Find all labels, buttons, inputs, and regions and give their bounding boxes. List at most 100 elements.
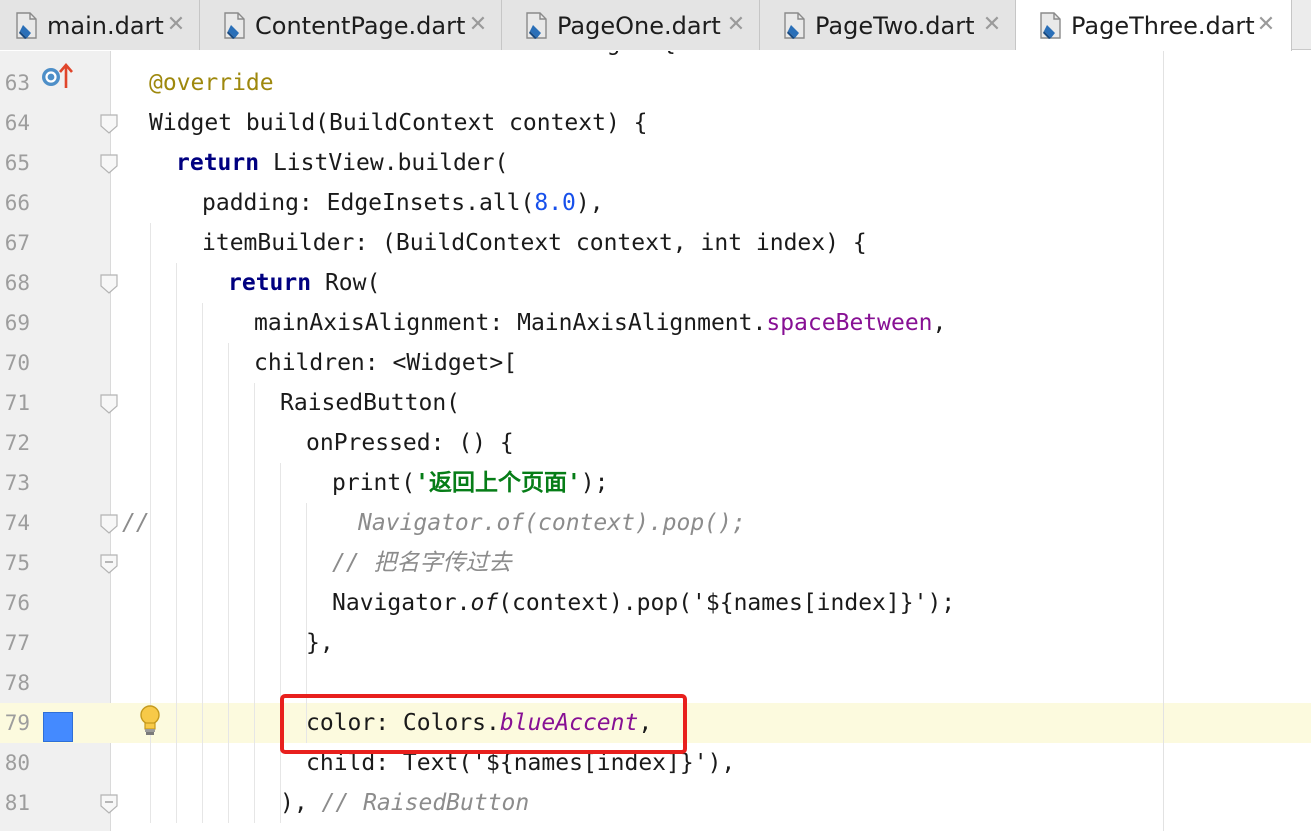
line-number: 67 [4,231,30,255]
code-text: children: <Widget>[ [254,343,517,383]
tab-label: PageOne.dart [557,12,721,40]
code-text: itemBuilder: (BuildContext context, int … [202,223,867,263]
code-text: return ListView.builder( [176,143,508,183]
override-method-icon[interactable] [40,62,74,90]
line-number: 69 [4,311,30,335]
code-line[interactable]: 73 print('返回上个页面'); [0,463,1311,503]
tab-label: PageThree.dart [1071,12,1255,40]
indent-guide [228,343,229,823]
line-number: 63 [4,71,30,95]
comment-prefix: // [122,510,150,536]
fold-marker-icon[interactable] [100,794,118,814]
indent-guide [280,463,281,823]
code-line[interactable]: 75 // 把名字传过去 [0,543,1311,583]
line-number: 76 [4,591,30,615]
code-token: print( [332,470,416,496]
code-text: class Contents extends StatelessWidget { [122,51,676,63]
code-token: of [470,590,499,616]
code-token: Row( [311,270,381,296]
code-token: padding: EdgeInsets.all( [202,190,535,216]
code-token: ListView.builder( [259,150,509,176]
line-number: 72 [4,431,30,455]
code-text: }, [306,623,334,663]
dart-file-icon [526,12,547,39]
tab-label: main.dart [47,12,164,40]
indent-guide [176,263,177,823]
code-line[interactable]: 63 @override [0,63,1311,103]
code-text: Navigator.of(context).pop(); [358,503,746,543]
fold-marker-icon[interactable] [100,274,118,294]
code-line[interactable]: 68 return Row( [0,263,1311,303]
fold-marker-icon[interactable] [100,114,118,134]
close-icon[interactable]: ✕ [726,13,746,37]
indent-guide [202,303,203,823]
code-line[interactable]: 66 padding: EdgeInsets.all(8.0), [0,183,1311,223]
line-number: 65 [4,151,30,175]
dart-file-icon [16,12,37,39]
code-line[interactable]: 72 onPressed: () { [0,423,1311,463]
code-token: Navigator.of(context).pop(); [358,510,746,536]
code-text: Widget build(BuildContext context) { [149,103,648,143]
dart-file-icon [784,12,805,39]
code-token: }, [306,630,334,656]
line-number: 74 [4,511,30,535]
fold-marker-icon[interactable] [100,514,118,534]
close-icon[interactable]: ✕ [982,13,1002,37]
line-number: 79 [4,711,30,735]
code-line[interactable]: 71 RaisedButton( [0,383,1311,423]
code-line[interactable]: 69 mainAxisAlignment: MainAxisAlignment.s… [0,303,1311,343]
tab-main-dart[interactable]: main.dart ✕ [0,0,200,50]
code-token: // RaisedButton [321,790,530,816]
code-token: onPressed: () { [306,430,514,456]
code-line[interactable]: 67 itemBuilder: (BuildContext context, in… [0,223,1311,263]
code-token: children: <Widget>[ [254,350,518,376]
code-text: return Row( [228,263,380,303]
code-token: mainAxisAlignment: MainAxisAlignment. [254,310,767,336]
code-text: RaisedButton( [280,383,460,423]
highlight-annotation-box [280,694,687,754]
color-swatch-icon[interactable] [43,712,73,742]
right-margin-guide [1163,51,1164,831]
code-token: '返回上个页面' [415,470,581,496]
code-token: ), [280,790,322,816]
lightbulb-icon[interactable] [138,704,162,738]
line-number: 68 [4,271,30,295]
close-icon[interactable]: ✕ [468,13,488,37]
code-line[interactable]: 64 Widget build(BuildContext context) { [0,103,1311,143]
code-text: Navigator.of(context).pop('${names[index… [332,583,955,623]
fold-marker-icon[interactable] [100,554,118,574]
code-token: 8.0 [534,190,576,216]
code-token: ); [580,470,609,496]
code-token: Navigator. [332,590,471,616]
fold-marker-icon[interactable] [100,394,118,414]
code-line[interactable]: 76 Navigator.of(context).pop('${names[ind… [0,583,1311,623]
dart-file-icon [1040,12,1061,39]
tab-label: PageTwo.dart [815,12,975,40]
fold-marker-icon[interactable] [100,154,118,174]
tab-pageone-dart[interactable]: PageOne.dart ✕ [502,0,760,50]
dart-file-icon [224,12,245,39]
code-line[interactable]: 81), // RaisedButton [0,783,1311,823]
tab-label: ContentPage.dart [255,12,466,40]
close-icon[interactable]: ✕ [166,13,186,37]
code-line-partial: class Contents extends StatelessWidget { [0,51,1311,63]
line-number: 78 [4,671,30,695]
code-line[interactable]: 65 return ListView.builder( [0,143,1311,183]
line-number: 66 [4,191,30,215]
close-icon[interactable]: ✕ [1256,13,1276,37]
code-line[interactable]: 74 // Navigator.of(context).pop(); [0,503,1311,543]
tab-pagethree-dart[interactable]: PageThree.dart ✕ [1016,0,1292,51]
indent-guide [254,383,255,823]
code-line[interactable]: 70 children: <Widget>[ [0,343,1311,383]
code-token: spaceBetween [766,310,933,336]
code-line[interactable]: 77}, [0,623,1311,663]
line-number: 75 [4,551,30,575]
line-number: 77 [4,631,30,655]
code-text: onPressed: () { [306,423,514,463]
code-text: // 把名字传过去 [332,543,512,583]
tab-contentpage-dart[interactable]: ContentPage.dart ✕ [200,0,502,50]
code-token: , [932,310,947,336]
line-number: 80 [4,751,30,775]
line-number: 64 [4,111,30,135]
tab-pagetwo-dart[interactable]: PageTwo.dart ✕ [760,0,1016,50]
